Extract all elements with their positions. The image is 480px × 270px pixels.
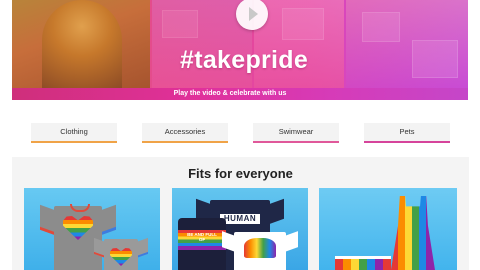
rainbow-dress-image (391, 196, 435, 270)
hero-caption-bar[interactable]: Play the video & celebrate with us (12, 88, 468, 100)
tab-pets[interactable]: Pets (364, 123, 450, 143)
hero-video-banner[interactable]: #takepride Play the video & celebrate wi… (12, 0, 468, 100)
product-card-human-tees[interactable]: HUMAN BE AND FULL OF (172, 188, 308, 270)
hero-caption: Play the video & celebrate with us (173, 90, 287, 97)
product-card-rainbow-dress[interactable] (319, 188, 457, 270)
product-card-family-tees[interactable] (24, 188, 160, 270)
fits-for-everyone-section: Fits for everyone HUMAN BE AND FULL OF (12, 157, 469, 270)
rainbow-print-art (244, 238, 276, 258)
white-tee-image (220, 231, 300, 270)
kid-tee-image (94, 236, 148, 270)
tank-print-text: BE AND FULL OF (187, 232, 217, 242)
hero-person-image (42, 0, 122, 88)
section-title: Fits for everyone (188, 166, 293, 181)
category-tabs: Clothing Accessories Swimwear Pets (30, 123, 450, 145)
rainbow-shorts-image (335, 256, 391, 270)
hero-hashtag: #takepride (180, 46, 309, 74)
tab-swimwear[interactable]: Swimwear (253, 123, 339, 143)
tab-clothing[interactable]: Clothing (31, 123, 117, 143)
hero-panel-photo-1 (12, 0, 150, 88)
rainbow-tank-image: BE AND FULL OF (178, 218, 226, 270)
tab-accessories[interactable]: Accessories (142, 123, 228, 143)
human-print-text: HUMAN (220, 214, 260, 224)
